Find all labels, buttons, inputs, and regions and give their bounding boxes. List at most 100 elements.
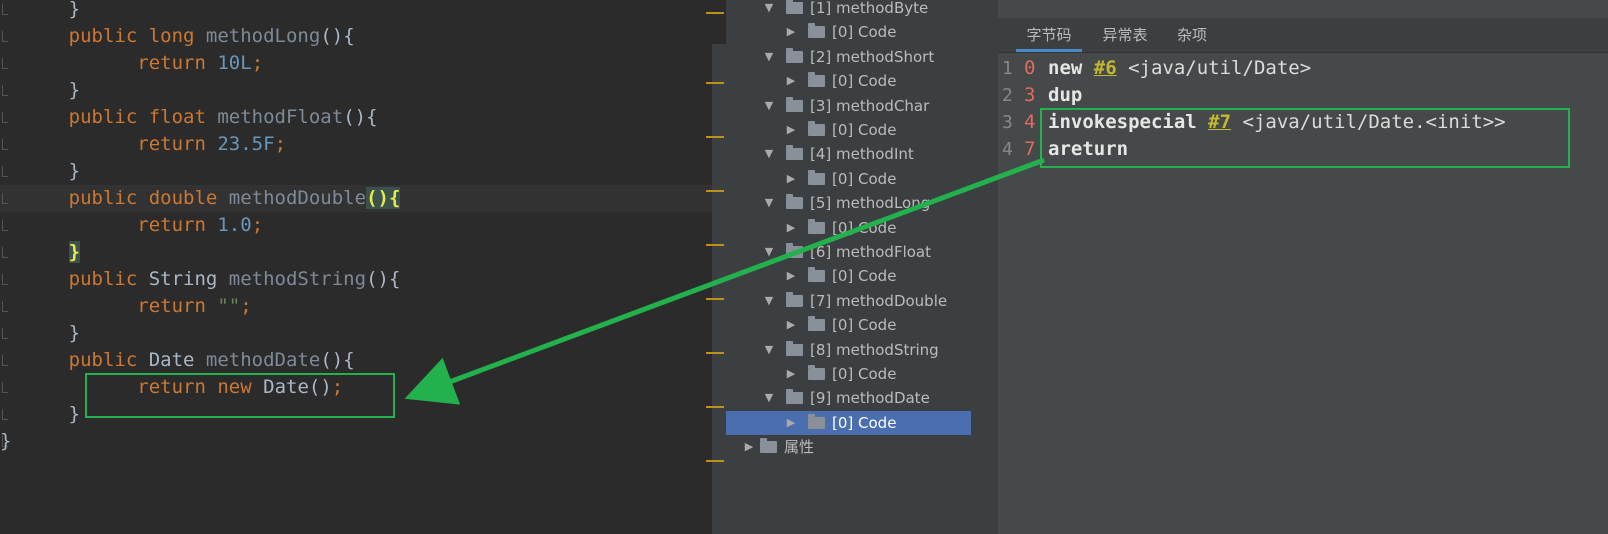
tree-item[interactable]: ▼ [8] methodString xyxy=(726,338,998,362)
triangle-right-icon[interactable]: ▶ xyxy=(784,118,798,142)
triangle-down-icon[interactable]: ▼ xyxy=(762,142,776,166)
tree-item[interactable]: ▶ [0] Code xyxy=(726,20,998,44)
folder-icon xyxy=(808,169,825,185)
folder-icon xyxy=(808,23,825,39)
triangle-right-icon[interactable]: ▶ xyxy=(784,69,798,93)
tree-item-label: [0] Code xyxy=(832,413,897,432)
scroll-marker[interactable] xyxy=(706,136,724,138)
triangle-right-icon[interactable]: ▶ xyxy=(784,216,798,240)
folder-icon xyxy=(786,47,803,63)
code-token: } xyxy=(68,322,81,344)
tree-item[interactable]: ▼ [3] methodChar xyxy=(726,94,998,118)
code-token: } xyxy=(68,160,81,182)
code-token: return xyxy=(137,295,218,317)
code-line[interactable]: } xyxy=(0,428,712,455)
tree-item[interactable]: ▶ [0] Code xyxy=(726,410,971,435)
code-token: public long xyxy=(68,25,206,47)
tree-item[interactable]: ▶ [0] Code xyxy=(726,264,998,288)
scroll-marker[interactable] xyxy=(706,82,724,84)
scroll-marker[interactable] xyxy=(706,244,724,246)
tree-item-label: [2] methodShort xyxy=(810,47,935,66)
code-text: public long methodLong(){ xyxy=(0,23,355,50)
tree-item[interactable]: ▶ [0] Code xyxy=(726,313,998,337)
tree-item[interactable]: ▼ [1] methodByte xyxy=(726,0,998,20)
code-line[interactable]: } xyxy=(0,158,712,185)
code-line[interactable]: } xyxy=(0,77,712,104)
code-text: return 10L; xyxy=(0,50,263,77)
tree-item[interactable]: ▼ [6] methodFloat xyxy=(726,240,998,264)
code-line[interactable]: } xyxy=(0,0,712,23)
triangle-down-icon[interactable]: ▼ xyxy=(762,0,776,20)
scroll-marker[interactable] xyxy=(706,12,724,14)
tree-item[interactable]: ▶ [0] Code xyxy=(726,69,998,93)
code-token: "" xyxy=(217,295,241,317)
tab-bytecode[interactable]: 字节码 xyxy=(1016,18,1082,52)
triangle-right-icon[interactable]: ▶ xyxy=(784,313,798,337)
code-text: public double methodDouble(){ xyxy=(0,185,401,212)
code-text: public float methodFloat(){ xyxy=(0,104,378,131)
triangle-down-icon[interactable]: ▼ xyxy=(762,191,776,215)
tree-item-label: [8] methodString xyxy=(810,340,939,359)
tree-item[interactable]: ▶ 属性 xyxy=(726,435,998,459)
code-text: return ""; xyxy=(0,293,251,320)
class-structure-tree[interactable]: ▼ [1] methodByte ▶ [0] Code ▼ [2] methodShort… xyxy=(726,0,998,534)
bytecode-line[interactable]: 2 3 dup xyxy=(998,82,1608,109)
triangle-right-icon[interactable]: ▶ xyxy=(784,411,798,435)
code-line[interactable]: return 23.5F; xyxy=(0,131,712,158)
constant-pool-ref-link[interactable]: #6 xyxy=(1094,57,1117,79)
tree-item[interactable]: ▶ [0] Code xyxy=(726,167,998,191)
code-text: return 23.5F; xyxy=(0,131,286,158)
tree-item[interactable]: ▼ [4] methodInt xyxy=(726,142,998,166)
code-line[interactable]: } xyxy=(0,320,712,347)
code-line[interactable]: public double methodDouble(){ xyxy=(0,185,712,212)
code-line[interactable]: public long methodLong(){ xyxy=(0,23,712,50)
code-line[interactable]: public Date methodDate(){ xyxy=(0,347,712,374)
triangle-right-icon[interactable]: ▶ xyxy=(784,264,798,288)
code-line[interactable]: } xyxy=(0,239,712,266)
tree-item-label: [0] Code xyxy=(832,267,897,286)
code-token: return xyxy=(137,52,218,74)
triangle-right-icon[interactable]: ▶ xyxy=(742,435,756,459)
scroll-marker[interactable] xyxy=(706,298,724,300)
code-text: return 1.0; xyxy=(0,212,263,239)
triangle-right-icon[interactable]: ▶ xyxy=(784,362,798,386)
code-token: methodLong xyxy=(205,25,321,47)
tree-item[interactable]: ▼ [2] methodShort xyxy=(726,45,998,69)
tree-item[interactable]: ▼ [5] methodLong xyxy=(726,191,998,215)
tree-item[interactable]: ▶ [0] Code xyxy=(726,118,998,142)
folder-icon xyxy=(786,194,803,210)
triangle-down-icon[interactable]: ▼ xyxy=(762,45,776,69)
bytecode-offset: 7 xyxy=(1024,138,1036,160)
scroll-marker[interactable] xyxy=(706,460,724,462)
triangle-right-icon[interactable]: ▶ xyxy=(784,167,798,191)
tree-item-label: [5] methodLong xyxy=(810,194,931,213)
tree-item[interactable]: ▼ [9] methodDate xyxy=(726,386,998,410)
code-editor[interactable]: } public long methodLong(){ return 10L; … xyxy=(0,0,712,534)
code-line[interactable]: public String methodString(){ xyxy=(0,266,712,293)
triangle-down-icon[interactable]: ▼ xyxy=(762,240,776,264)
scroll-marker[interactable] xyxy=(706,352,724,354)
scroll-marker[interactable] xyxy=(706,406,724,408)
code-line[interactable]: public float methodFloat(){ xyxy=(0,104,712,131)
tree-item[interactable]: ▶ [0] Code xyxy=(726,216,998,240)
code-line[interactable]: return 10L; xyxy=(0,50,712,77)
triangle-right-icon[interactable]: ▶ xyxy=(784,20,798,44)
scroll-marker[interactable] xyxy=(706,190,724,192)
triangle-down-icon[interactable]: ▼ xyxy=(762,386,776,410)
triangle-down-icon[interactable]: ▼ xyxy=(762,289,776,313)
bytecode-line[interactable]: 1 0 new #6 <java/util/Date> xyxy=(998,55,1608,82)
tree-item[interactable]: ▶ [0] Code xyxy=(726,362,998,386)
tree-item[interactable]: ▼ [7] methodDouble xyxy=(726,289,998,313)
triangle-down-icon[interactable]: ▼ xyxy=(762,94,776,118)
triangle-down-icon[interactable]: ▼ xyxy=(762,338,776,362)
folder-icon xyxy=(808,218,825,234)
bytecode-opcode: new xyxy=(1048,57,1083,79)
code-line[interactable]: return 1.0; xyxy=(0,212,712,239)
code-line[interactable]: return ""; xyxy=(0,293,712,320)
tab-exception-table[interactable]: 异常表 xyxy=(1094,18,1156,52)
bytecode-instruction: new #6 <java/util/Date> xyxy=(1048,55,1311,82)
tab-misc[interactable]: 杂项 xyxy=(1170,18,1214,52)
